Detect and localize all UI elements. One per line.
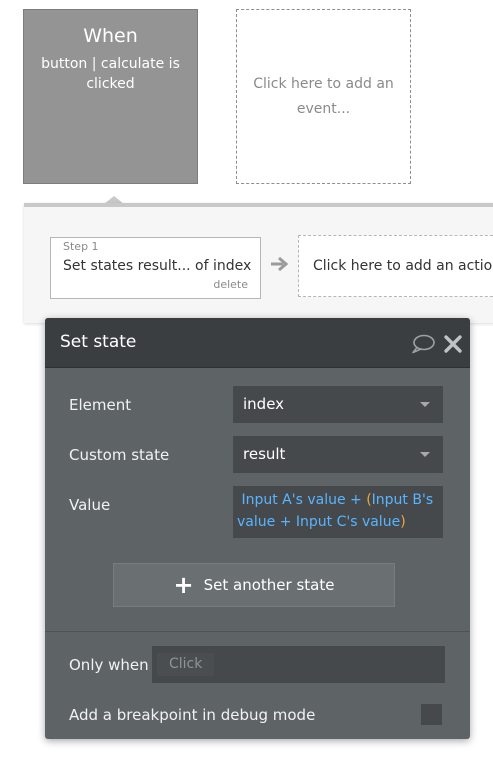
set-another-state-label: Set another state	[203, 576, 335, 594]
chevron-down-icon	[420, 402, 430, 407]
element-label: Element	[69, 396, 132, 414]
only-when-field[interactable]: Click	[152, 646, 445, 683]
set-another-state-button[interactable]: + Set another state	[113, 563, 395, 607]
event-subtitle: button | calculate is clicked	[41, 56, 180, 92]
panel-header[interactable]: Set state	[45, 318, 470, 368]
step-1-card[interactable]: Step 1 Set states result... of index del…	[50, 237, 261, 299]
step-name: Set states result... of index	[63, 258, 252, 274]
add-action-placeholder[interactable]: Click here to add an action	[298, 235, 493, 297]
expression-input-a[interactable]: Input A's value +	[241, 492, 366, 508]
step-delete-link[interactable]: delete	[213, 278, 248, 291]
breakpoint-checkbox[interactable]	[421, 704, 442, 725]
event-card-button-calculate[interactable]: When button | calculate is clicked	[23, 9, 198, 184]
step-label: Step 1	[63, 240, 99, 253]
custom-state-dropdown[interactable]: result	[233, 436, 443, 473]
expression-close-paren: )	[400, 514, 406, 530]
set-state-panel: Set state Element index Custom state res…	[45, 318, 470, 739]
panel-title: Set state	[60, 332, 137, 352]
only-when-label: Only when	[69, 656, 149, 674]
breakpoint-label: Add a breakpoint in debug mode	[69, 706, 316, 724]
chevron-down-icon	[420, 452, 430, 457]
value-expression-field[interactable]: Input A's value + (Input B's value + Inp…	[233, 486, 443, 538]
add-action-label: Click here to add an action	[313, 258, 493, 274]
add-event-label: Click here to add an event...	[253, 75, 394, 117]
panel-divider	[45, 631, 470, 632]
element-dropdown[interactable]: index	[233, 386, 443, 423]
workflow-steps-strip: Step 1 Set states result... of index del…	[24, 203, 493, 323]
custom-state-value: result	[243, 445, 286, 463]
comment-icon[interactable]	[411, 334, 435, 354]
custom-state-label: Custom state	[69, 446, 170, 464]
event-title: When	[83, 25, 138, 47]
close-icon[interactable]	[443, 334, 463, 354]
value-label: Value	[69, 496, 111, 514]
element-value: index	[243, 395, 285, 413]
only-when-placeholder[interactable]: Click	[157, 653, 215, 676]
plus-icon: +	[173, 571, 194, 599]
arrow-right-icon	[271, 256, 288, 272]
add-event-placeholder[interactable]: Click here to add an event...	[236, 9, 411, 184]
